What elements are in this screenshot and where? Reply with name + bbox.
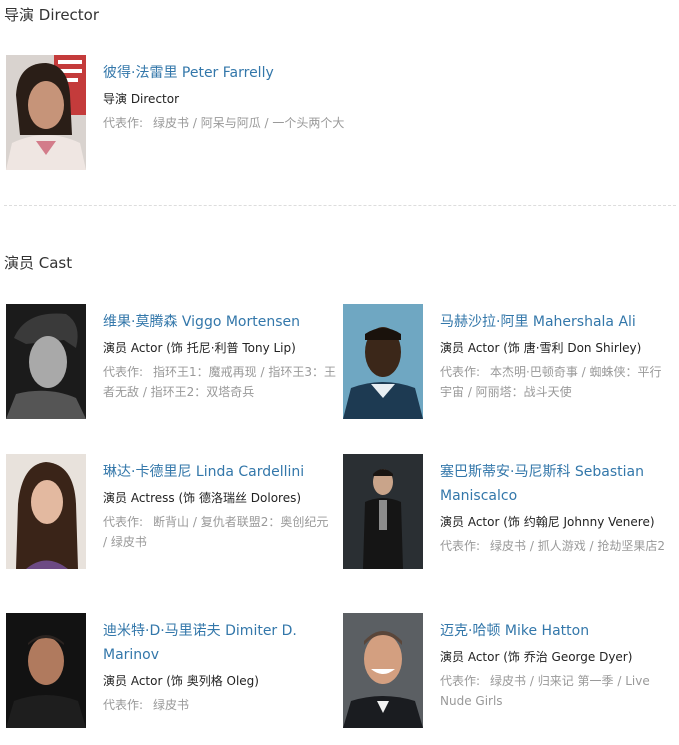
director-name-link[interactable]: 彼得·法雷里 Peter Farrelly xyxy=(103,61,344,85)
works-label: 代表作: xyxy=(440,539,481,553)
cast-role: 演员 Actor (饰 约翰尼 Johnny Venere) xyxy=(440,515,655,529)
cast-works: 代表作: 绿皮书 xyxy=(103,695,336,715)
cast-name-link[interactable]: 塞巴斯蒂安·马尼斯科 Sebastian Maniscalco xyxy=(440,460,673,508)
cast-name-link[interactable]: 迪米特·D·马里诺夫 Dimiter D. Marinov xyxy=(103,619,336,667)
cast-card: 马赫沙拉·阿里 Mahershala Ali 演员 Actor (饰 唐·雪利 … xyxy=(343,304,673,424)
director-role: 导演 Director xyxy=(103,92,180,106)
cast-photo[interactable] xyxy=(6,454,86,569)
cast-photo[interactable] xyxy=(343,613,423,728)
cast-photo[interactable] xyxy=(6,613,86,728)
cast-photo[interactable] xyxy=(343,304,423,419)
cast-works: 代表作: 绿皮书 / 归来记 第一季 / Live Nude Girls xyxy=(440,671,673,711)
cast-role: 演员 Actor (饰 托尼·利普 Tony Lip) xyxy=(103,341,296,355)
works-label: 代表作: xyxy=(103,698,144,712)
cast-name-link[interactable]: 马赫沙拉·阿里 Mahershala Ali xyxy=(440,310,673,334)
cast-photo[interactable] xyxy=(6,304,86,419)
works-label: 代表作: xyxy=(103,515,144,529)
works-link[interactable]: 绿皮书 xyxy=(153,698,189,712)
cast-card: 塞巴斯蒂安·马尼斯科 Sebastian Maniscalco 演员 Actor… xyxy=(343,454,673,594)
works-label: 代表作: xyxy=(440,674,481,688)
cast-name-link[interactable]: 维果·莫腾森 Viggo Mortensen xyxy=(103,310,336,334)
works-label: 代表作: xyxy=(440,365,481,379)
works-label: 代表作: xyxy=(103,365,144,379)
cast-card: 迈克·哈顿 Mike Hatton 演员 Actor (饰 乔治 George … xyxy=(343,613,673,733)
director-card: 彼得·法雷里 Peter Farrelly 导演 Director 代表作: 绿皮… xyxy=(6,55,366,175)
director-section-title: 导演 Director xyxy=(4,6,100,24)
works-link[interactable]: 绿皮书 / 抓人游戏 / 抢劫坚果店2 xyxy=(490,539,665,553)
cast-works: 代表作: 指环王1：魔戒再现 / 指环王3：王者无敌 / 指环王2：双塔奇兵 xyxy=(103,362,336,402)
director-works: 代表作: 绿皮书 / 阿呆与阿瓜 / 一个头两个大 xyxy=(103,113,344,133)
cast-name-link[interactable]: 迈克·哈顿 Mike Hatton xyxy=(440,619,673,643)
cast-works: 代表作: 断背山 / 复仇者联盟2：奥创纪元 / 绿皮书 xyxy=(103,512,336,552)
cast-name-link[interactable]: 琳达·卡德里尼 Linda Cardellini xyxy=(103,460,336,484)
section-divider xyxy=(4,205,676,206)
director-photo[interactable] xyxy=(6,55,86,170)
cast-section-title: 演员 Cast xyxy=(4,254,73,272)
cast-card: 琳达·卡德里尼 Linda Cardellini 演员 Actress (饰 德… xyxy=(6,454,336,574)
works-label: 代表作: xyxy=(103,116,144,130)
cast-card: 迪米特·D·马里诺夫 Dimiter D. Marinov 演员 Actor (… xyxy=(6,613,336,733)
cast-photo[interactable] xyxy=(343,454,423,569)
works-link[interactable]: 绿皮书 / 阿呆与阿瓜 / 一个头两个大 xyxy=(153,116,344,130)
cast-role: 演员 Actor (饰 乔治 George Dyer) xyxy=(440,650,633,664)
cast-role: 演员 Actress (饰 德洛瑞丝 Dolores) xyxy=(103,491,302,505)
cast-role: 演员 Actor (饰 奥列格 Oleg) xyxy=(103,674,259,688)
cast-works: 代表作: 本杰明·巴顿奇事 / 蜘蛛侠：平行宇宙 / 阿丽塔：战斗天使 xyxy=(440,362,673,402)
cast-role: 演员 Actor (饰 唐·雪利 Don Shirley) xyxy=(440,341,642,355)
cast-works: 代表作: 绿皮书 / 抓人游戏 / 抢劫坚果店2 xyxy=(440,536,673,556)
cast-card: 维果·莫腾森 Viggo Mortensen 演员 Actor (饰 托尼·利普… xyxy=(6,304,336,424)
